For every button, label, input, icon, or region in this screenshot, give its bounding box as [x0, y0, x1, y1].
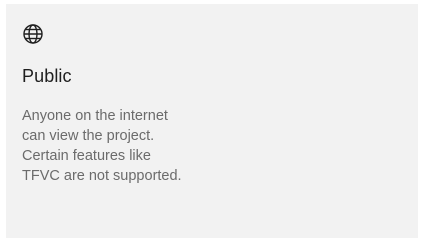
option-description: Anyone on the internet can view the proj…	[22, 106, 282, 186]
globe-icon	[22, 23, 44, 45]
description-line: Certain features like	[22, 148, 151, 164]
visibility-option-public[interactable]: Public Anyone on the internet can view t…	[6, 4, 418, 238]
description-line: Anyone on the internet	[22, 108, 168, 124]
description-line: TFVC are not supported.	[22, 168, 182, 184]
option-title: Public	[22, 66, 72, 86]
description-line: can view the project.	[22, 128, 155, 144]
